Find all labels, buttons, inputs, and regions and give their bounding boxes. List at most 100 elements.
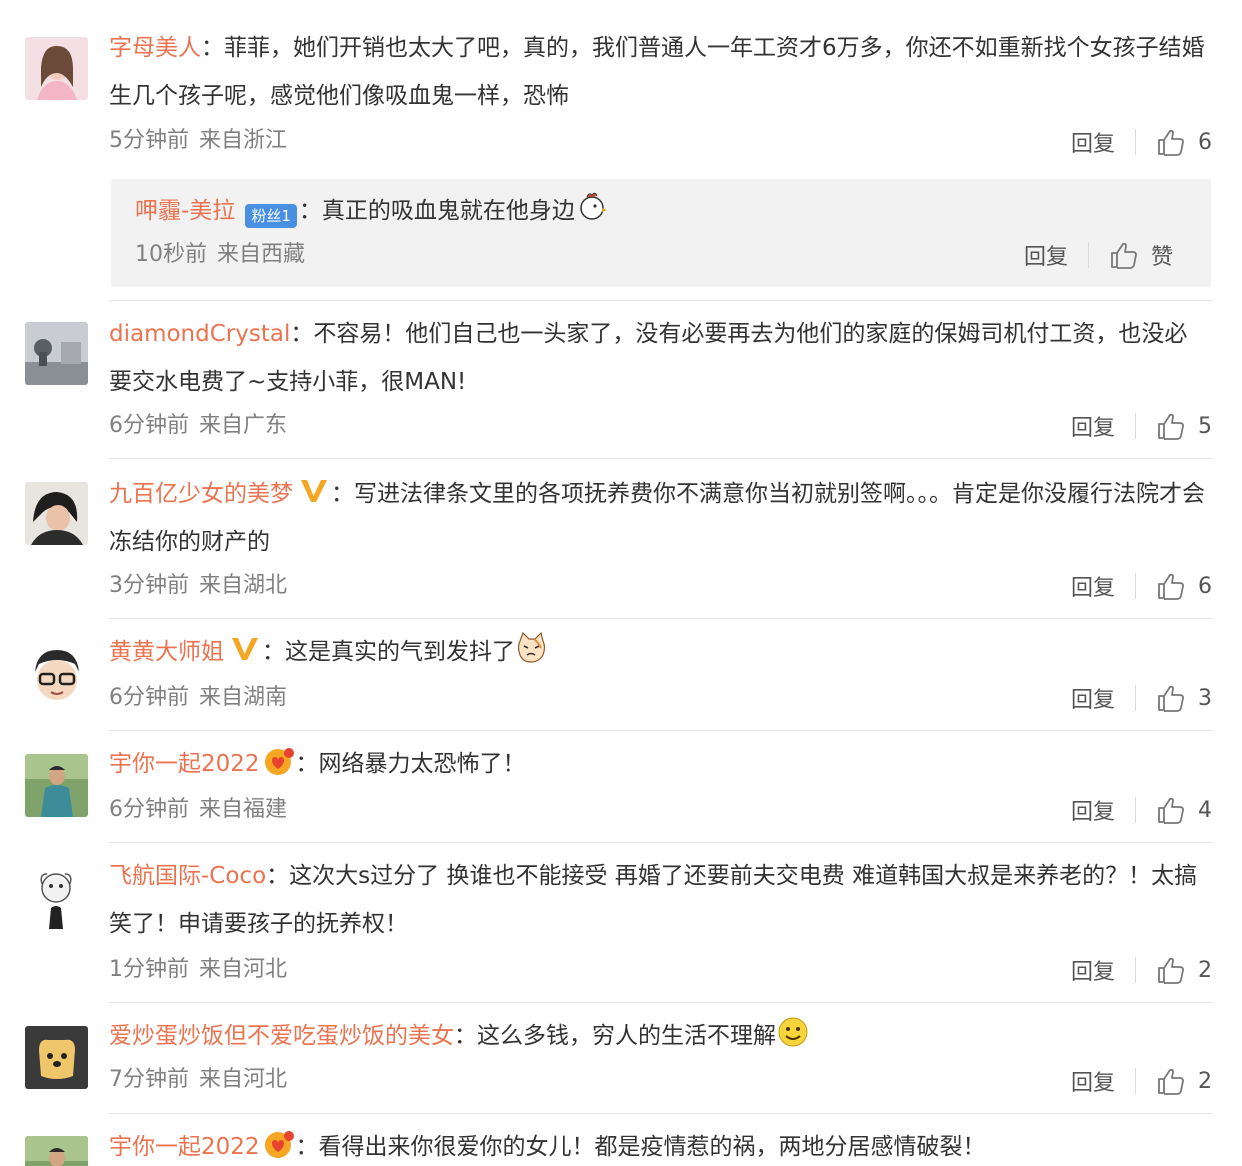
divider [1135,797,1136,823]
comment-text-block: 宇你一起2022 ：看得出来你很爱你的女儿！都是疫情惹的祸，两地分居感情破裂！ [109,1123,1209,1166]
comment-text-block: 飞航国际-Coco：这次大s过分了 换谁也不能接受 再婚了还要前夫交电费 难道韩… [109,863,1198,937]
avatar[interactable] [25,322,88,385]
avatar[interactable] [25,1026,88,1089]
location: 来自西藏 [217,242,306,267]
row-divider [109,1113,1213,1114]
like-button[interactable]: 3 [1156,683,1212,713]
timestamp: 5分钟前 [109,128,189,153]
username-link[interactable]: 九百亿少女的美梦 [109,481,293,507]
divider [1135,685,1136,711]
location: 来自浙江 [199,128,288,153]
divider [1135,957,1136,983]
comment-actions: 回复 5 [1071,408,1212,444]
reply-button[interactable]: 回复 [1071,794,1115,826]
reply-button[interactable]: 回复 [1071,954,1115,986]
reply-button[interactable]: 回复 [1024,239,1068,271]
reply-button[interactable]: 回复 [1071,1065,1115,1097]
avatar[interactable] [25,1136,88,1166]
comment-body: 网络暴力太恐怖了！ [318,751,526,777]
reply-button[interactable]: 回复 [1071,410,1115,442]
sub-reply-meta: 10秒前 来自西藏 [135,239,305,271]
like-count: 2 [1198,1068,1212,1094]
comment-actions: 回复 2 [1071,952,1212,988]
timestamp: 3分钟前 [109,573,189,598]
username-link[interactable]: 爱炒蛋炒饭但不爱吃蛋炒饭的美女 [109,1023,454,1049]
row-divider [109,300,1213,301]
like-count: 3 [1198,685,1212,711]
reply-button[interactable]: 回复 [1071,570,1115,602]
like-label: 赞 [1150,245,1173,270]
comment-actions: 回复 2 [1071,1063,1212,1099]
comment-actions: 回复 6 [1071,124,1212,160]
comment-feed: 字母美人：菲菲，她们开销也太大了吧，真的，我们普通人一年工资才6万多，你还不如重… [0,0,1242,1166]
location: 来自福建 [199,797,288,822]
avatar[interactable] [25,37,88,100]
like-button[interactable]: 5 [1156,411,1212,441]
thumbs-up-icon [1156,571,1186,601]
comment-body: 这是真实的气到发抖了 [285,639,515,665]
username-link[interactable]: 呷霾-美拉 [135,198,235,224]
like-button[interactable]: 4 [1156,795,1212,825]
like-button[interactable]: 2 [1156,1066,1212,1096]
sub-reply-body: 真正的吸血鬼就在他身边 [321,198,575,224]
thumbs-up-icon [1156,411,1186,441]
location: 来自河北 [199,957,288,982]
comment-meta: 5分钟前 来自浙江 [109,125,287,157]
username-link[interactable]: 宇你一起2022 [109,1134,260,1160]
smile-emoji-icon [776,1015,809,1048]
like-button[interactable]: 6 [1156,127,1212,157]
like-count: 4 [1198,797,1212,823]
divider [1135,413,1136,439]
location: 来自河北 [199,1067,288,1092]
row-divider [109,458,1213,459]
timestamp: 1分钟前 [109,957,189,982]
reply-button[interactable]: 回复 [1071,682,1115,714]
comment-meta: 6分钟前 来自福建 [109,794,287,826]
verified-v-badge [230,633,260,663]
rooster-emoji-icon [575,190,608,223]
divider [1135,129,1136,155]
comment-meta: 7分钟前 来自河北 [109,1064,287,1096]
like-button[interactable]: 赞 [1109,239,1173,271]
comment-text-block: 九百亿少女的美梦 ：写进法律条文里的各项抚养费你不满意你当初就别签啊。。。肯定是你… [109,470,1209,566]
divider [1087,242,1089,268]
thumbs-up-icon [1156,683,1186,713]
comment-actions: 回复 4 [1071,792,1212,828]
row-divider [109,842,1213,843]
like-count: 6 [1198,573,1212,599]
comment-meta: 6分钟前 来自湖南 [109,682,287,714]
comment-text-block: 字母美人：菲菲，她们开销也太大了吧，真的，我们普通人一年工资才6万多，你还不如重… [109,35,1205,109]
like-count: 2 [1198,957,1212,983]
avatar[interactable] [25,754,88,817]
comment-actions: 回复 6 [1071,568,1212,604]
comment-text-block: 黄黄大师姐 ：这是真实的气到发抖了 [109,628,1209,676]
fan-badge: 粉丝1 [245,204,297,228]
divider [1135,1068,1136,1094]
like-button[interactable]: 6 [1156,571,1212,601]
username-link[interactable]: 字母美人 [109,35,201,61]
reply-button[interactable]: 回复 [1071,126,1115,158]
comment-text-block: 爱炒蛋炒饭但不爱吃蛋炒饭的美女：这么多钱，穷人的生活不理解 [109,1012,1209,1060]
verified-v-badge [299,475,329,505]
timestamp: 7分钟前 [109,1067,189,1092]
sub-reply: 呷霾-美拉 粉丝1 ：真正的吸血鬼就在他身边 10秒前 来自西藏 回复 赞 [111,179,1211,287]
username-link[interactable]: diamondCrystal [109,321,290,347]
sub-reply-text-block: 呷霾-美拉 粉丝1 ：真正的吸血鬼就在他身边 [135,187,1035,235]
comment-body: 这么多钱，穷人的生活不理解 [477,1023,776,1049]
username-link[interactable]: 宇你一起2022 [109,751,260,777]
heart-badge [262,745,296,777]
timestamp: 6分钟前 [109,413,189,438]
avatar[interactable] [25,482,88,545]
avatar[interactable] [25,642,88,705]
thumbs-up-icon [1156,795,1186,825]
comment-meta: 3分钟前 来自湖北 [109,570,287,602]
row-divider [109,1002,1213,1003]
comment-meta: 1分钟前 来自河北 [109,954,287,986]
like-button[interactable]: 2 [1156,955,1212,985]
username-link[interactable]: 飞航国际-Coco [109,863,266,889]
username-link[interactable]: 黄黄大师姐 [109,639,224,665]
timestamp: 6分钟前 [109,685,189,710]
thumbs-up-icon [1156,127,1186,157]
avatar[interactable] [25,866,88,929]
location: 来自湖南 [199,685,288,710]
